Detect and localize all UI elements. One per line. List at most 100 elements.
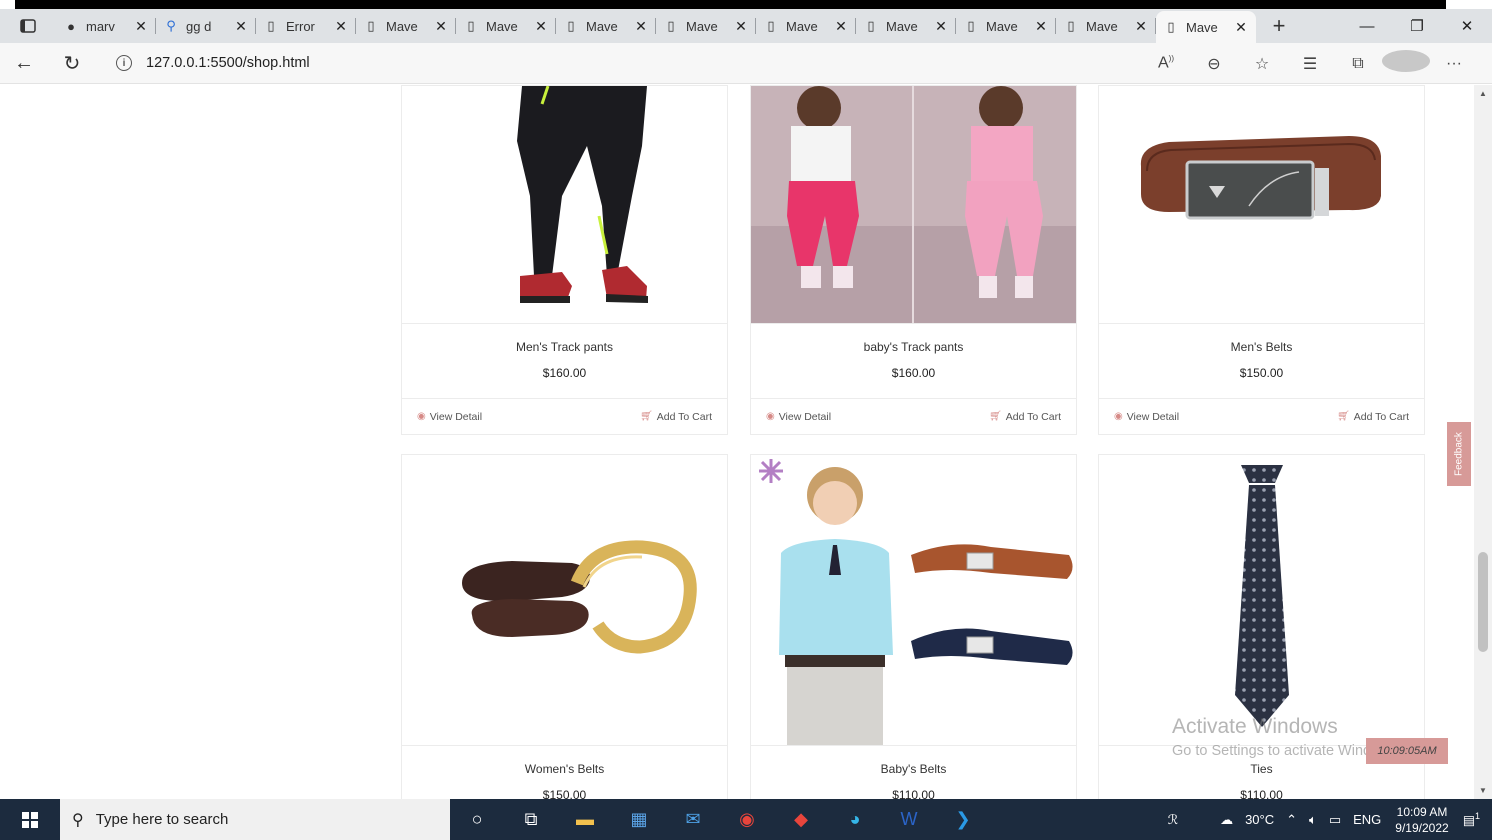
restore-icon[interactable]: ❐	[1392, 9, 1442, 43]
product-card: Baby's Belts $110.00	[750, 454, 1077, 799]
weather-icon[interactable]: ☁	[1220, 812, 1233, 828]
edge-icon[interactable]: ◕	[828, 799, 882, 840]
view-detail-link[interactable]: ◉ View Detail	[766, 411, 831, 423]
tab-label: marv	[86, 18, 115, 34]
browser-tab[interactable]: ▯ Error ✕	[256, 9, 356, 43]
mail-icon[interactable]: ✉	[666, 799, 720, 840]
product-name[interactable]: Men's Track pants	[402, 324, 727, 354]
browser-tab[interactable]: ⚲ gg d ✕	[156, 9, 256, 43]
cortana-icon[interactable]: ○	[450, 799, 504, 840]
scroll-down-icon[interactable]: ▼	[1479, 786, 1487, 795]
close-tab-icon[interactable]: ✕	[834, 18, 848, 35]
browser-tab[interactable]: ▯ Mave ✕	[956, 9, 1056, 43]
browser-tab[interactable]: ▯ Mave ✕	[1056, 9, 1156, 43]
close-tab-icon[interactable]: ✕	[1134, 18, 1148, 35]
chrome-icon[interactable]: ◉	[720, 799, 774, 840]
product-card: Men's Track pants $160.00 ◉ View Detail 🛒…	[401, 85, 728, 435]
weather-temp[interactable]: 30°C	[1245, 812, 1274, 827]
scroll-up-icon[interactable]: ▲	[1479, 89, 1487, 98]
read-aloud-icon[interactable]: A))	[1142, 54, 1190, 72]
page-icon: ▯	[867, 18, 875, 33]
favorites-icon[interactable]: ☰	[1286, 54, 1334, 74]
feedback-tab[interactable]: Feedback	[1447, 422, 1471, 486]
start-button[interactable]	[0, 799, 60, 840]
taskbar-search[interactable]: ⚲ Type here to search	[60, 799, 450, 840]
close-window-icon[interactable]: ✕	[1442, 9, 1492, 43]
product-image[interactable]	[751, 86, 1076, 323]
game-app-icon[interactable]: ◆	[774, 799, 828, 840]
browser-tab[interactable]: ▯ Mave ✕	[656, 9, 756, 43]
close-tab-icon[interactable]: ✕	[634, 18, 648, 35]
product-image[interactable]	[1099, 455, 1424, 745]
eye-icon: ◉	[417, 411, 426, 422]
browser-tab[interactable]: ▯ Mave ✕	[1156, 11, 1256, 43]
battery-icon[interactable]: ▭	[1329, 812, 1341, 828]
volume-icon[interactable]: 🔈︎	[1309, 812, 1317, 828]
refresh-icon[interactable]: ↻	[48, 51, 96, 76]
view-detail-link[interactable]: ◉ View Detail	[1114, 411, 1179, 423]
add-to-cart-link[interactable]: 🛒︎ Add To Cart	[989, 411, 1061, 423]
close-tab-icon[interactable]: ✕	[134, 18, 148, 35]
close-tab-icon[interactable]: ✕	[534, 18, 548, 35]
zoom-icon[interactable]: ⊖	[1190, 54, 1238, 74]
minimize-icon[interactable]: —	[1342, 9, 1392, 43]
browser-tab[interactable]: ▯ Mave ✕	[556, 9, 656, 43]
tab-label: Error	[286, 18, 315, 34]
vscode-icon[interactable]: ❯	[936, 799, 990, 840]
eye-icon: ◉	[766, 411, 775, 422]
info-icon[interactable]: i	[116, 55, 132, 71]
language-indicator[interactable]: ENG	[1353, 812, 1381, 827]
profile-avatar[interactable]	[1382, 50, 1430, 77]
product-info: baby's Track pants $160.00	[751, 323, 1076, 398]
close-tab-icon[interactable]: ✕	[1234, 19, 1248, 36]
browser-tab[interactable]: ▯ Mave ✕	[456, 9, 556, 43]
chevron-up-icon[interactable]: ⌃	[1286, 812, 1297, 828]
time-badge: 10:09:05AM	[1366, 738, 1448, 764]
word-icon[interactable]: W	[882, 799, 936, 840]
add-to-cart-link[interactable]: 🛒︎ Add To Cart	[1337, 411, 1409, 423]
file-explorer-icon[interactable]: ▬	[558, 799, 612, 840]
close-tab-icon[interactable]: ✕	[334, 18, 348, 35]
notification-icon[interactable]: ▤1	[1463, 811, 1480, 828]
product-image[interactable]	[1099, 86, 1424, 323]
product-name[interactable]: Men's Belts	[1099, 324, 1424, 354]
add-to-cart-link[interactable]: 🛒︎ Add To Cart	[640, 411, 712, 423]
close-tab-icon[interactable]: ✕	[1034, 18, 1048, 35]
product-name[interactable]: Women's Belts	[402, 746, 727, 776]
people-icon[interactable]: ℛ	[1168, 812, 1178, 828]
page-icon: ▯	[467, 18, 475, 33]
task-view-icon[interactable]: ⧉	[504, 799, 558, 840]
product-name[interactable]: baby's Track pants	[751, 324, 1076, 354]
store-icon[interactable]: ▦	[612, 799, 666, 840]
scroll-thumb[interactable]	[1478, 552, 1488, 652]
browser-tab[interactable]: ▯ Mave ✕	[856, 9, 956, 43]
browser-tab[interactable]: ▯ Mave ✕	[356, 9, 456, 43]
collections-icon[interactable]: ⧉	[1334, 55, 1382, 73]
product-image[interactable]	[751, 455, 1076, 745]
product-price: $160.00	[891, 366, 936, 380]
tab-label: Mave	[686, 18, 718, 34]
back-icon[interactable]: ←	[0, 52, 48, 75]
browser-tab[interactable]: ▯ Mave ✕	[756, 9, 856, 43]
product-card: baby's Track pants $160.00 ◉ View Detail …	[750, 85, 1077, 435]
product-image[interactable]	[402, 86, 727, 323]
close-tab-icon[interactable]: ✕	[234, 18, 248, 35]
tab-actions-button[interactable]	[0, 9, 56, 43]
address-tools: A)) ⊖ ☆ ☰ ⧉ ···	[1142, 43, 1478, 84]
clock[interactable]: 10:09 AM 9/19/2022	[1395, 804, 1448, 836]
page-icon: ▯	[267, 18, 275, 33]
more-menu-icon[interactable]: ···	[1430, 55, 1478, 73]
product-price: $150.00	[542, 788, 587, 799]
page-scrollbar[interactable]: ▲ ▼	[1474, 85, 1492, 799]
product-name[interactable]: Baby's Belts	[751, 746, 1076, 776]
tab-label: Mave	[786, 18, 818, 34]
new-tab-button[interactable]: +	[1264, 13, 1294, 39]
url-field[interactable]: i 127.0.0.1:5500/shop.html	[104, 48, 1144, 78]
product-image[interactable]	[402, 455, 727, 745]
close-tab-icon[interactable]: ✕	[434, 18, 448, 35]
view-detail-link[interactable]: ◉ View Detail	[417, 411, 482, 423]
close-tab-icon[interactable]: ✕	[934, 18, 948, 35]
add-favorite-icon[interactable]: ☆	[1238, 54, 1286, 74]
browser-tab[interactable]: ● marv ✕	[56, 9, 156, 43]
close-tab-icon[interactable]: ✕	[734, 18, 748, 35]
